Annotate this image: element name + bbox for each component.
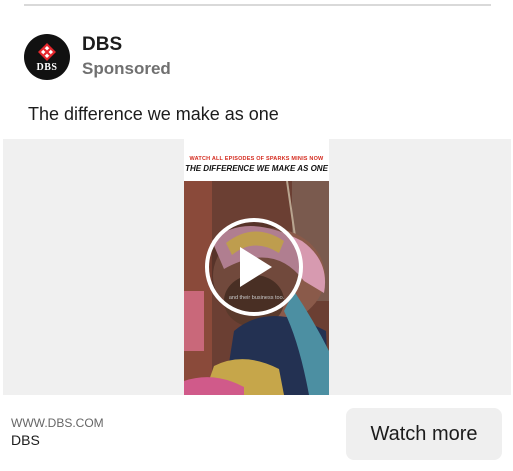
video-banner-heading: THE DIFFERENCE WE MAKE AS ONE: [185, 164, 328, 173]
video-banner-subheading: WATCH ALL EPISODES OF SPARKS MINIS NOW: [189, 156, 324, 162]
sponsored-post-card: DBS DBS Sponsored The difference we make…: [0, 0, 513, 471]
video-media-area[interactable]: WATCH ALL EPISODES OF SPARKS MINIS NOW T…: [3, 139, 511, 395]
link-title[interactable]: DBS: [11, 432, 40, 448]
avatar[interactable]: DBS: [24, 34, 70, 80]
post-caption: The difference we make as one: [28, 104, 279, 124]
link-domain[interactable]: WWW.DBS.COM: [11, 416, 104, 430]
play-button[interactable]: [205, 218, 303, 316]
watch-more-button[interactable]: Watch more: [346, 408, 502, 460]
sponsored-label: Sponsored: [82, 59, 171, 78]
play-icon: [240, 247, 272, 287]
header-text: DBS Sponsored: [82, 34, 171, 80]
ad-footer: WWW.DBS.COM DBS Watch more: [0, 395, 513, 471]
dbs-logo-icon: [38, 42, 56, 61]
advertiser-name[interactable]: DBS: [82, 34, 171, 56]
post-header: DBS DBS Sponsored: [24, 33, 171, 81]
top-divider: [24, 4, 491, 6]
video-banner: WATCH ALL EPISODES OF SPARKS MINIS NOW T…: [184, 139, 329, 181]
avatar-logo-text: DBS: [36, 61, 58, 73]
